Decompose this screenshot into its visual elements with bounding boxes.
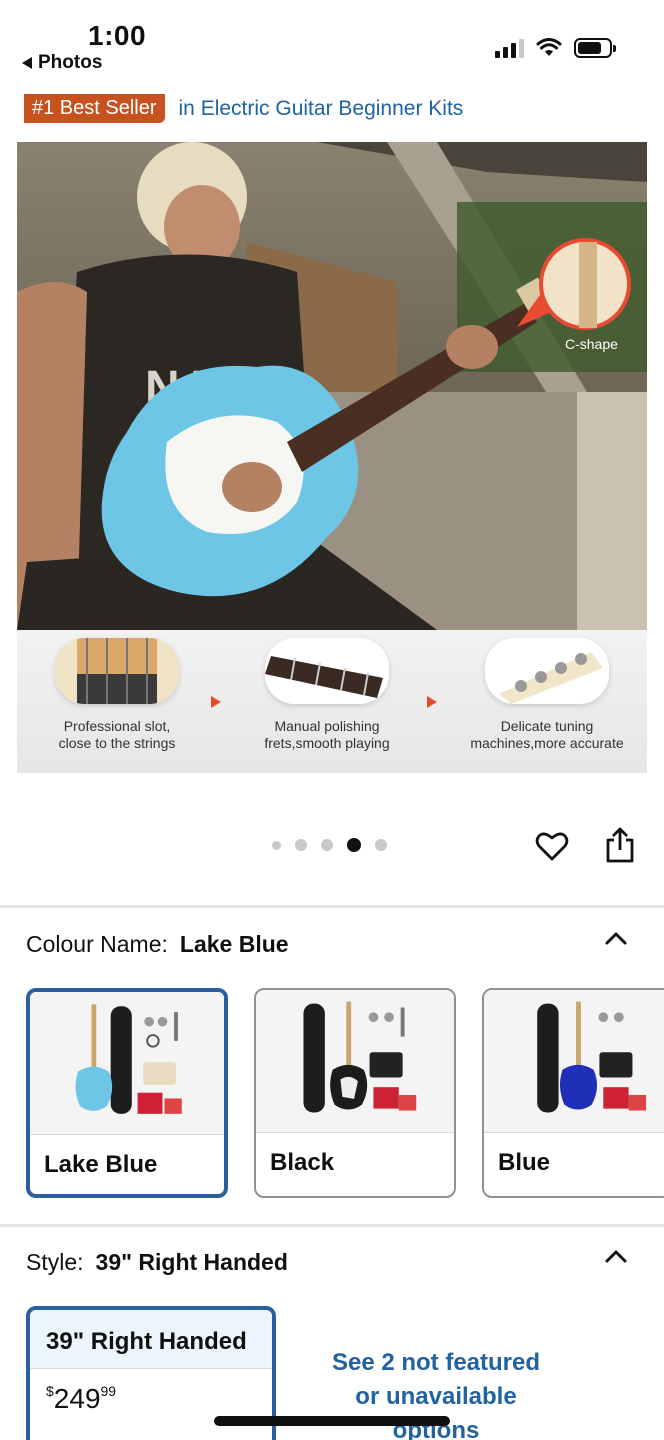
feature-caption: Manual polishing frets,smooth playing (264, 718, 390, 751)
style-section-header[interactable]: Style: 39" Right Handed (26, 1249, 288, 1276)
carousel-dot[interactable] (321, 839, 333, 851)
back-app-label: Photos (38, 52, 103, 73)
feature-caption: Delicate tuning machines,more accurate (470, 718, 624, 751)
c-shape-callout: C-shape (565, 336, 618, 352)
status-icons (495, 38, 616, 58)
carousel-dot-active[interactable] (347, 838, 361, 852)
best-seller-category-link[interactable]: in Electric Guitar Beginner Kits (179, 97, 464, 121)
battery-icon (574, 38, 616, 58)
feature-frets: Manual polishing frets,smooth playing (227, 638, 427, 752)
colour-option-black[interactable]: Black (254, 988, 456, 1198)
signal-icon (495, 38, 524, 58)
guitar-kit-image (484, 990, 664, 1133)
style-label: Style: (26, 1249, 84, 1275)
colour-label: Colour Name: (26, 931, 168, 957)
guitar-kit-image (30, 992, 224, 1135)
colour-option-blue[interactable]: Blue (482, 988, 664, 1198)
tuners-thumb (485, 638, 609, 704)
share-icon[interactable] (604, 826, 636, 864)
colour-option-lake-blue[interactable]: Lake Blue (26, 988, 228, 1198)
carousel-dot[interactable] (375, 839, 387, 851)
guitar-player-photo: NASA (17, 142, 647, 630)
colour-option-label: Blue (498, 1149, 551, 1176)
product-image-carousel[interactable]: NASA C-shape (17, 142, 647, 773)
heart-icon[interactable] (534, 828, 570, 864)
best-seller-badge: #1 Best Seller (24, 94, 165, 123)
back-arrow-icon (22, 57, 32, 69)
colour-option-label: Black (270, 1149, 335, 1176)
carousel-indicator[interactable] (272, 838, 387, 852)
arrow-right-icon (427, 696, 437, 708)
string-slot-thumb (55, 638, 179, 704)
colour-selected-value: Lake Blue (179, 931, 289, 957)
divider (0, 1224, 664, 1227)
guitar-kit-image (256, 990, 454, 1133)
carousel-dot[interactable] (272, 840, 281, 850)
home-indicator[interactable] (214, 1416, 450, 1426)
colour-option-label: Lake Blue (44, 1151, 158, 1178)
status-bar: 1:00 Photos (0, 0, 664, 80)
chevron-up-icon[interactable] (604, 930, 628, 946)
colour-section-header[interactable]: Colour Name: Lake Blue (26, 931, 289, 958)
style-selected-value: 39" Right Handed (95, 1249, 288, 1275)
chevron-up-icon[interactable] (604, 1248, 628, 1264)
carousel-dot[interactable] (295, 839, 307, 851)
best-seller-row[interactable]: #1 Best Seller in Electric Guitar Beginn… (24, 94, 463, 123)
frets-thumb (265, 638, 389, 704)
wifi-icon (536, 38, 562, 56)
style-option-label: 39" Right Handed (30, 1310, 272, 1369)
clock: 1:00 (88, 20, 147, 51)
divider (0, 905, 664, 908)
feature-strip: Professional slot, close to the strings … (17, 630, 647, 773)
back-to-photos-button[interactable]: Photos (22, 52, 102, 74)
arrow-right-icon (211, 696, 221, 708)
feature-tuners: Delicate tuning machines,more accurate (447, 638, 647, 752)
feature-caption: Professional slot, close to the strings (58, 718, 176, 751)
feature-slot: Professional slot, close to the strings (17, 638, 217, 752)
